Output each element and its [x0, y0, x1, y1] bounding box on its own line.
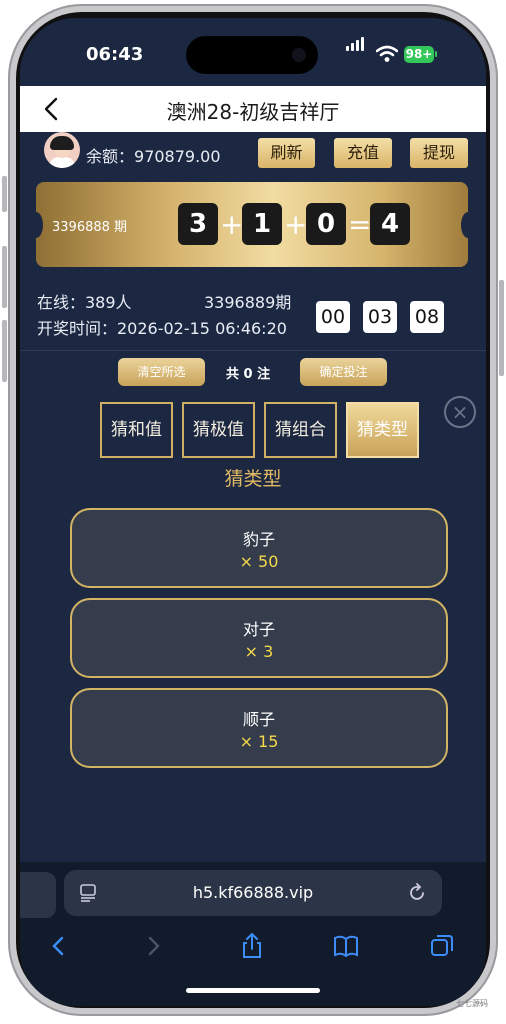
next-issue: 3396889期: [204, 293, 292, 312]
option-card[interactable]: 豹子 × 50: [70, 508, 448, 588]
result-sum: 4: [370, 203, 410, 245]
power-button: [499, 280, 504, 376]
home-indicator: [186, 988, 320, 993]
page-title: 澳洲28-初级吉祥厅: [166, 100, 340, 124]
option-name: 对子: [242, 620, 275, 639]
volume-down-button: [2, 320, 7, 382]
tabs-icon[interactable]: [428, 932, 456, 960]
browser-toolbar: h5.kf66888.vip: [20, 862, 486, 1006]
recharge-button[interactable]: 充值: [334, 138, 392, 168]
issue-number: 3396888 期: [52, 220, 128, 235]
app-screen: 06:43 98+ 澳洲28-初级吉祥厅 余额：970879.00 刷新 充值 …: [20, 18, 486, 1006]
tab-guess-sum[interactable]: 猜和值: [100, 402, 173, 458]
result-digit: 3: [178, 203, 218, 245]
balance-value: 970879.00: [134, 147, 221, 166]
tab-guess-extreme[interactable]: 猜极值: [182, 402, 255, 458]
camera-icon: [292, 48, 306, 62]
wifi-icon: [376, 45, 398, 62]
draw-result-banner: 3396888 期 3 + 1 + 0 = 4: [29, 182, 475, 267]
battery-tip: [435, 51, 437, 57]
action-button: [2, 176, 7, 212]
countdown-minutes: 03: [363, 301, 397, 333]
watermark: 七七源码: [456, 999, 488, 1008]
section-title: 猜类型: [224, 468, 282, 490]
avatar[interactable]: [44, 132, 80, 168]
plus-sign: +: [220, 208, 244, 241]
clear-selection-button[interactable]: 清空所选: [118, 358, 205, 386]
option-card[interactable]: 对子 × 3: [70, 598, 448, 678]
result-digit: 0: [306, 203, 346, 245]
battery-icon: 98+: [404, 46, 434, 63]
status-time: 06:43: [86, 44, 144, 65]
option-odds: × 3: [244, 642, 274, 661]
refresh-button[interactable]: 刷新: [258, 138, 315, 168]
option-name: 豹子: [242, 530, 275, 549]
online-count: 在线：389人: [37, 293, 132, 312]
volume-up-button: [2, 246, 7, 308]
share-icon[interactable]: [238, 932, 266, 960]
balance-label: 余额：: [86, 147, 135, 166]
bookmarks-icon[interactable]: [332, 932, 360, 960]
option-card[interactable]: 顺子 × 15: [70, 688, 448, 768]
close-icon[interactable]: ×: [444, 396, 476, 428]
option-name: 顺子: [242, 710, 275, 729]
forward-icon[interactable]: [140, 932, 168, 960]
tab-guess-combo[interactable]: 猜组合: [264, 402, 337, 458]
dynamic-island: [186, 36, 318, 74]
countdown-seconds: 08: [410, 301, 444, 333]
plus-sign: +: [284, 208, 308, 241]
confirm-bet-button[interactable]: 确定投注: [300, 358, 387, 386]
bet-count: 共 0 注: [226, 367, 271, 382]
withdraw-button[interactable]: 提现: [410, 138, 468, 168]
back-icon[interactable]: [44, 932, 72, 960]
equals-sign: =: [348, 208, 372, 241]
page-header: 澳洲28-初级吉祥厅: [20, 86, 486, 132]
option-odds: × 50: [239, 552, 279, 571]
balance-text: 余额：970879.00: [86, 143, 221, 167]
result-digit: 1: [242, 203, 282, 245]
option-odds: × 15: [239, 732, 279, 751]
previous-tab-preview[interactable]: [20, 872, 56, 918]
url-text: h5.kf66888.vip: [192, 883, 314, 902]
status-bar: 06:43 98+: [20, 18, 486, 86]
countdown-hours: 00: [316, 301, 350, 333]
draw-time: 开奖时间：2026-02-15 06:46:20: [37, 319, 287, 338]
address-bar[interactable]: h5.kf66888.vip: [64, 870, 442, 916]
divider: [20, 350, 486, 351]
tab-guess-type[interactable]: 猜类型: [346, 402, 419, 458]
reload-icon[interactable]: [406, 882, 428, 904]
